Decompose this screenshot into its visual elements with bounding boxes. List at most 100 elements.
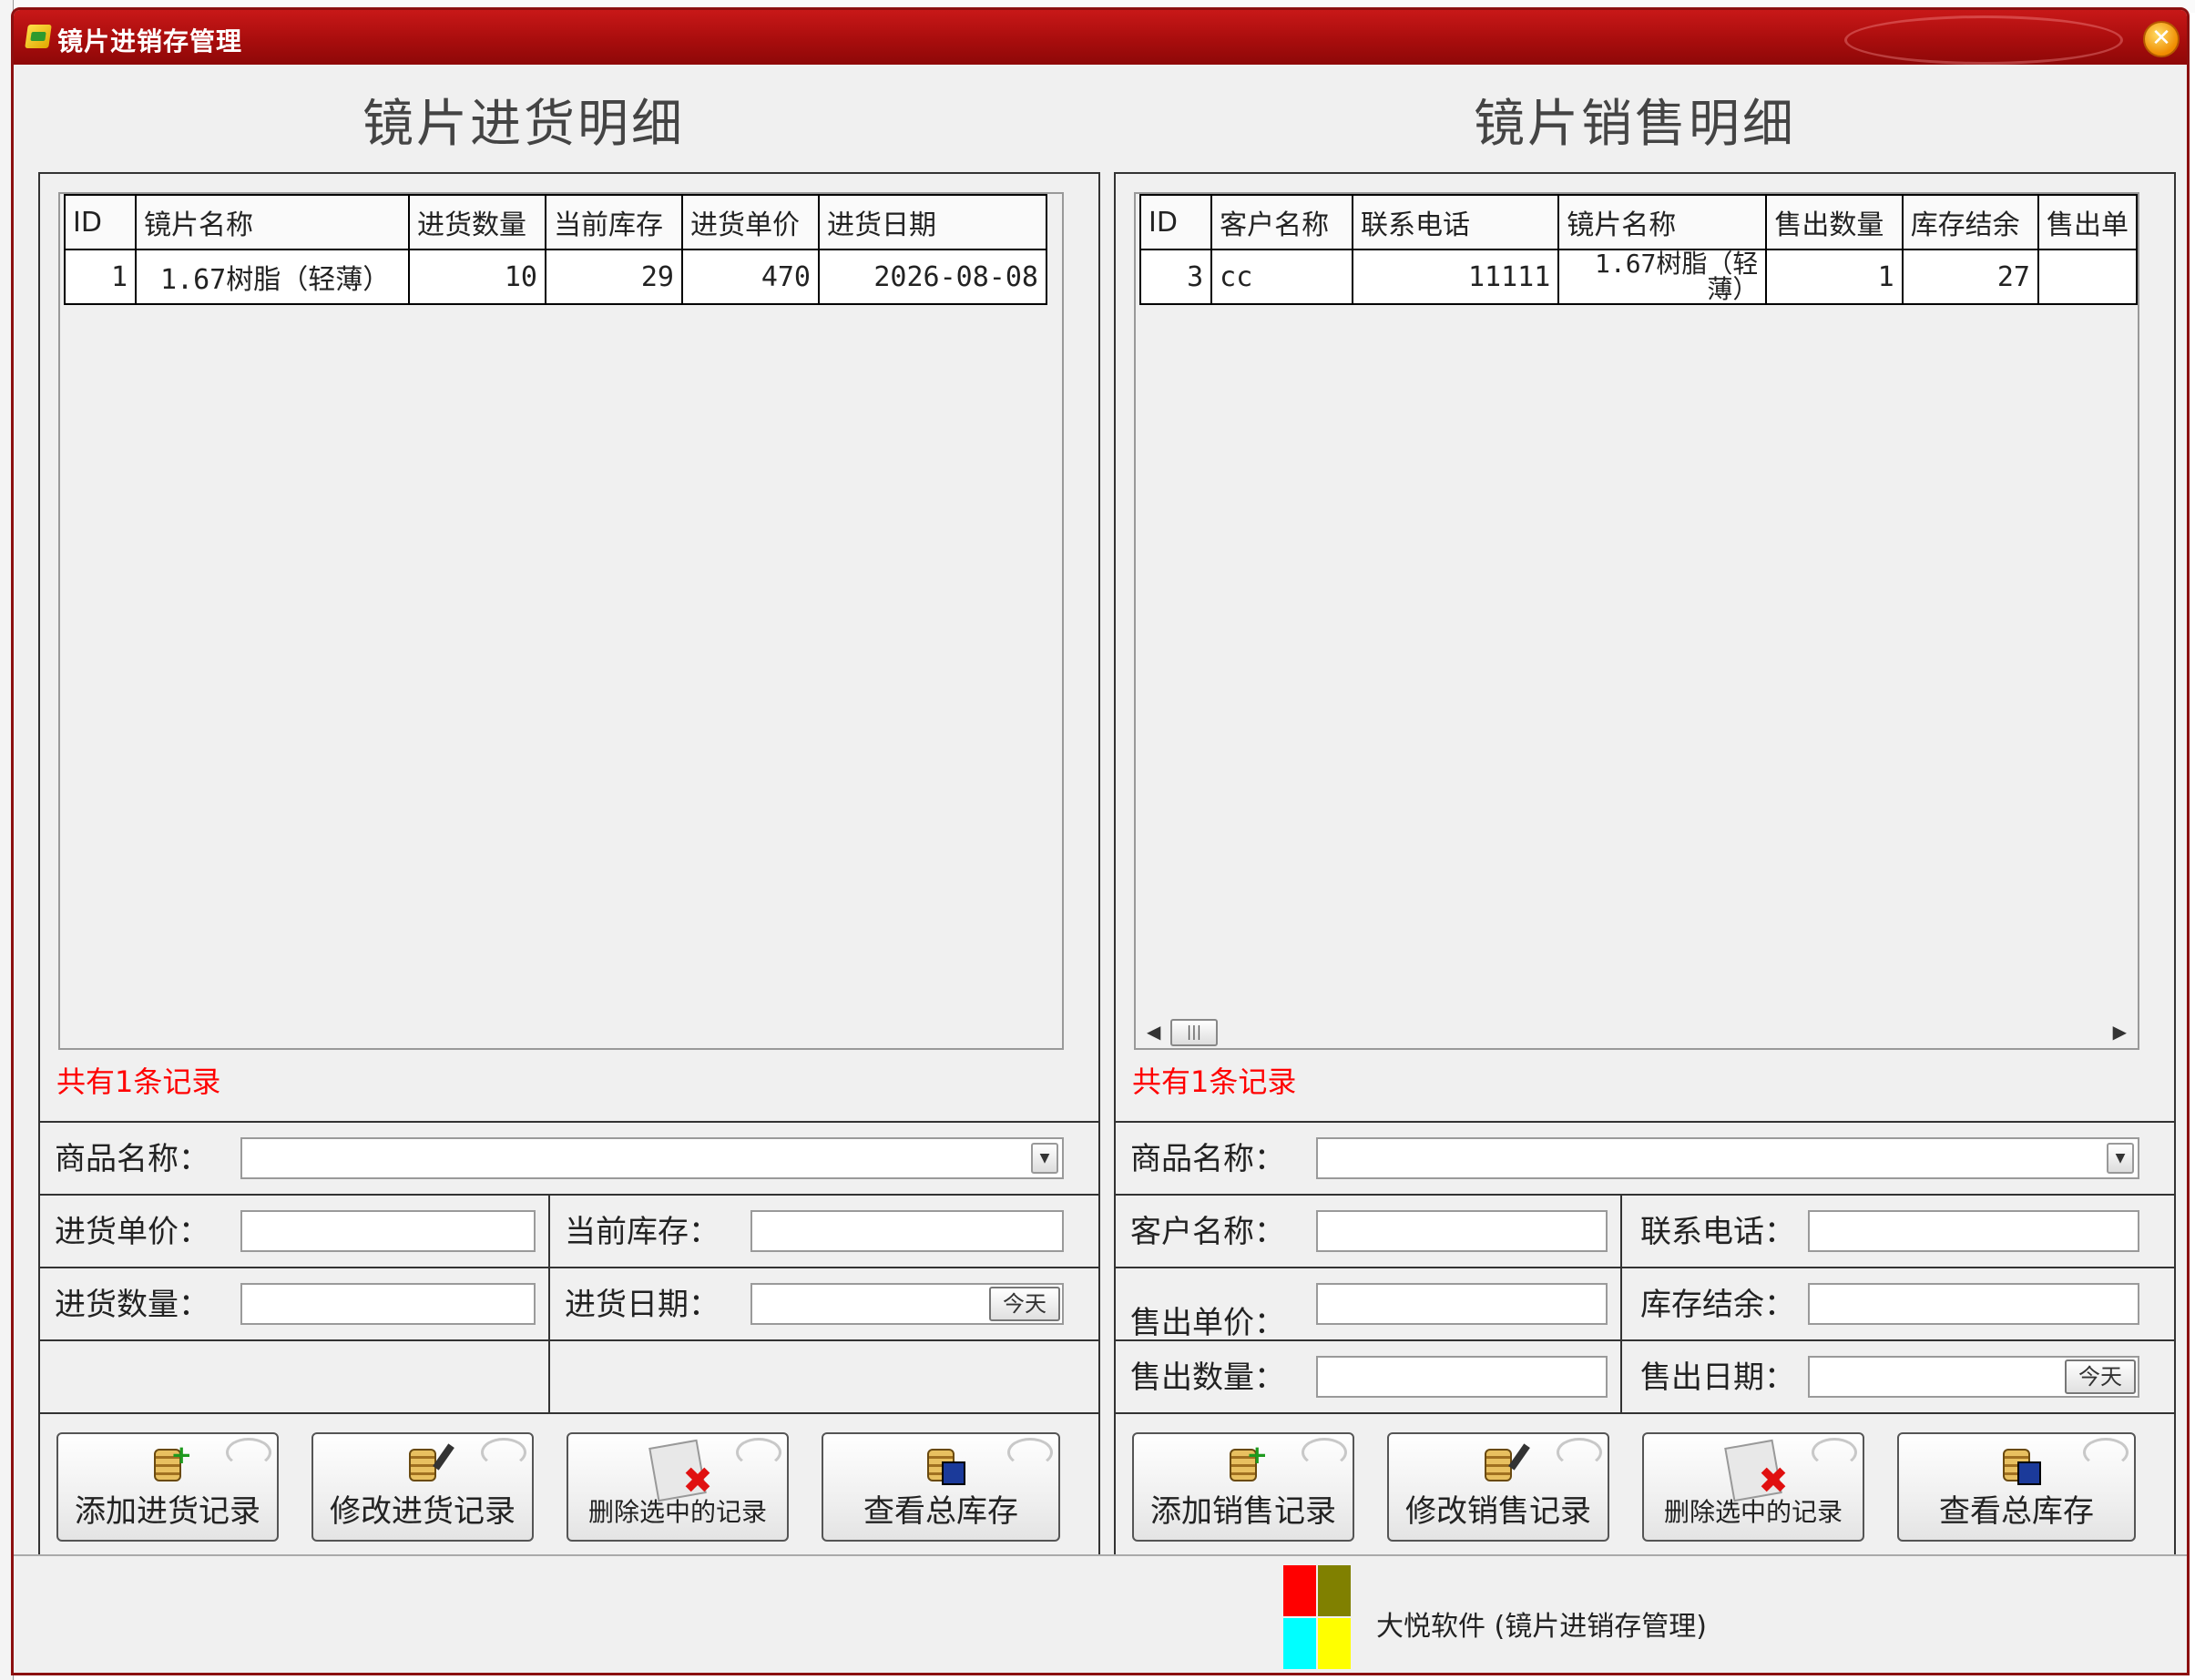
scroll-thumb[interactable]: ||| [1170, 1019, 1218, 1046]
divider [40, 1339, 1098, 1341]
column-header-quantity[interactable]: 进货数量 [408, 194, 546, 250]
horizontal-scrollbar[interactable]: ◀ ||| ▶ [1136, 1015, 2138, 1048]
column-header-unit-price[interactable]: 进货单价 [681, 194, 820, 250]
purchase-panel-title: 镜片进货明细 [362, 95, 685, 154]
edit-sale-button[interactable]: 修改销售记录 [1387, 1432, 1609, 1542]
edit-record-icon [409, 1443, 454, 1481]
titlebar-decoration [1844, 15, 2123, 65]
button-decoration [481, 1438, 526, 1467]
button-label: 修改销售记录 [1405, 1493, 1591, 1530]
delete-record-icon: ✖ [1724, 1439, 1789, 1502]
button-label: 删除选中的记录 [587, 1497, 767, 1527]
column-header-date[interactable]: 进货日期 [818, 194, 1047, 250]
scroll-right-icon[interactable]: ▶ [2113, 1021, 2127, 1043]
sales-panel-title: 镜片销售明细 [1474, 95, 1796, 154]
view-stock-button[interactable]: 查看总库存 [1897, 1432, 2136, 1542]
date-input[interactable]: 今天 [750, 1283, 1064, 1325]
column-header-current-stock[interactable]: 当前库存 [545, 194, 683, 250]
today-button[interactable]: 今天 [2065, 1359, 2136, 1394]
product-name-dropdown[interactable]: ▼ [1316, 1137, 2139, 1179]
button-label: 修改进货记录 [330, 1493, 516, 1530]
add-purchase-button[interactable]: + 添加进货记录 [56, 1432, 279, 1542]
button-decoration [2083, 1438, 2129, 1467]
cell-lens-name[interactable]: 1.67树脂（轻薄） [1557, 249, 1768, 305]
purchase-table: ID 镜片名称 进货数量 当前库存 进货单价 进货日期 1 1.67树脂（轻薄）… [64, 194, 1047, 305]
button-decoration [226, 1438, 271, 1467]
button-decoration [1812, 1438, 1857, 1467]
column-header-id[interactable]: ID [1138, 194, 1213, 250]
purchase-table-header: ID 镜片名称 进货数量 当前库存 进货单价 进货日期 [64, 194, 1047, 250]
customer-label: 客户名称： [1130, 1214, 1285, 1250]
column-header-customer[interactable]: 客户名称 [1210, 194, 1354, 250]
date-input[interactable]: 今天 [1808, 1356, 2139, 1398]
purchase-record-count: 共有1条记录 [56, 1064, 221, 1099]
purchase-grid[interactable]: ID 镜片名称 进货数量 当前库存 进货单价 进货日期 1 1.67树脂（轻薄）… [58, 192, 1064, 1050]
product-name-dropdown[interactable]: ▼ [240, 1137, 1064, 1179]
sales-grid[interactable]: ID 客户名称 联系电话 镜片名称 售出数量 库存结余 售出单 3 cc 111… [1134, 192, 2139, 1050]
column-header-sale-price[interactable]: 售出单 [2037, 194, 2138, 250]
cell-sale-price[interactable] [2037, 249, 2138, 305]
cell-id[interactable]: 1 [64, 249, 137, 305]
column-header-id[interactable]: ID [64, 194, 137, 250]
button-label: 删除选中的记录 [1663, 1497, 1843, 1527]
cell-date[interactable]: 2026-08-08 [818, 249, 1047, 305]
close-button[interactable]: ✕ [2143, 21, 2180, 57]
main-window: 镜片进销存管理 ✕ 镜片进货明细 ID 镜片名称 进货数量 当前库存 进货单价 [11, 7, 2190, 1675]
customer-input[interactable] [1316, 1210, 1608, 1252]
column-header-sold-quantity[interactable]: 售出数量 [1765, 194, 1904, 250]
status-text: 大悦软件 (镜片进销存管理) [1376, 1611, 1707, 1643]
current-stock-label: 当前库存： [565, 1214, 720, 1250]
divider [548, 1194, 550, 1412]
logo-quadrant [1318, 1565, 1351, 1616]
sales-record-count: 共有1条记录 [1132, 1064, 1297, 1099]
view-stock-button[interactable]: 查看总库存 [822, 1432, 1060, 1542]
cell-sold-quantity[interactable]: 1 [1765, 249, 1904, 305]
edit-purchase-button[interactable]: 修改进货记录 [311, 1432, 534, 1542]
quantity-input[interactable] [1316, 1356, 1608, 1398]
button-decoration [736, 1438, 781, 1467]
cell-stock-balance[interactable]: 27 [1901, 249, 2039, 305]
cell-phone[interactable]: 11111 [1352, 249, 1560, 305]
chevron-down-icon[interactable]: ▼ [1031, 1143, 1058, 1174]
divider [40, 1412, 1098, 1414]
sales-table: ID 客户名称 联系电话 镜片名称 售出数量 库存结余 售出单 3 cc 111… [1138, 194, 2138, 305]
unit-price-input[interactable] [1316, 1283, 1608, 1325]
delete-purchase-button[interactable]: ✖ 删除选中的记录 [567, 1432, 789, 1542]
logo-quadrant [1283, 1618, 1316, 1669]
stock-balance-input[interactable] [1808, 1283, 2139, 1325]
divider [1116, 1267, 2174, 1268]
divider [40, 1267, 1098, 1268]
button-decoration [1557, 1438, 1602, 1467]
button-decoration [1007, 1438, 1053, 1467]
table-row[interactable]: 1 1.67树脂（轻薄） 10 29 470 2026-08-08 [64, 249, 1047, 305]
scroll-left-icon[interactable]: ◀ [1147, 1021, 1160, 1043]
stock-balance-label: 库存结余： [1640, 1287, 1795, 1323]
chevron-down-icon[interactable]: ▼ [2107, 1143, 2134, 1174]
cell-current-stock[interactable]: 29 [545, 249, 683, 305]
cell-unit-price[interactable]: 470 [681, 249, 820, 305]
quantity-input[interactable] [240, 1283, 536, 1325]
button-label: 添加销售记录 [1150, 1493, 1336, 1530]
table-row[interactable]: 3 cc 11111 1.67树脂（轻薄） 1 27 [1138, 249, 2138, 305]
column-header-lens-name[interactable]: 镜片名称 [135, 194, 410, 250]
unit-price-input[interactable] [240, 1210, 536, 1252]
date-label: 售出日期： [1640, 1359, 1795, 1396]
cell-id[interactable]: 3 [1138, 249, 1213, 305]
divider [40, 1194, 1098, 1196]
phone-input[interactable] [1808, 1210, 2139, 1252]
view-stock-icon [927, 1449, 965, 1485]
cell-lens-name[interactable]: 1.67树脂（轻薄） [135, 249, 410, 305]
divider [1620, 1194, 1622, 1412]
cell-quantity[interactable]: 10 [408, 249, 546, 305]
column-header-lens-name[interactable]: 镜片名称 [1557, 194, 1768, 250]
add-sale-button[interactable]: + 添加销售记录 [1132, 1432, 1354, 1542]
column-header-phone[interactable]: 联系电话 [1352, 194, 1560, 250]
delete-sale-button[interactable]: ✖ 删除选中的记录 [1642, 1432, 1864, 1542]
logo-quadrant [1318, 1618, 1351, 1669]
today-button[interactable]: 今天 [989, 1287, 1060, 1321]
title-bar[interactable]: 镜片进销存管理 ✕ [14, 10, 2187, 65]
quantity-label: 售出数量： [1130, 1359, 1285, 1396]
current-stock-input[interactable] [750, 1210, 1064, 1252]
column-header-stock-balance[interactable]: 库存结余 [1901, 194, 2039, 250]
cell-customer[interactable]: cc [1210, 249, 1354, 305]
